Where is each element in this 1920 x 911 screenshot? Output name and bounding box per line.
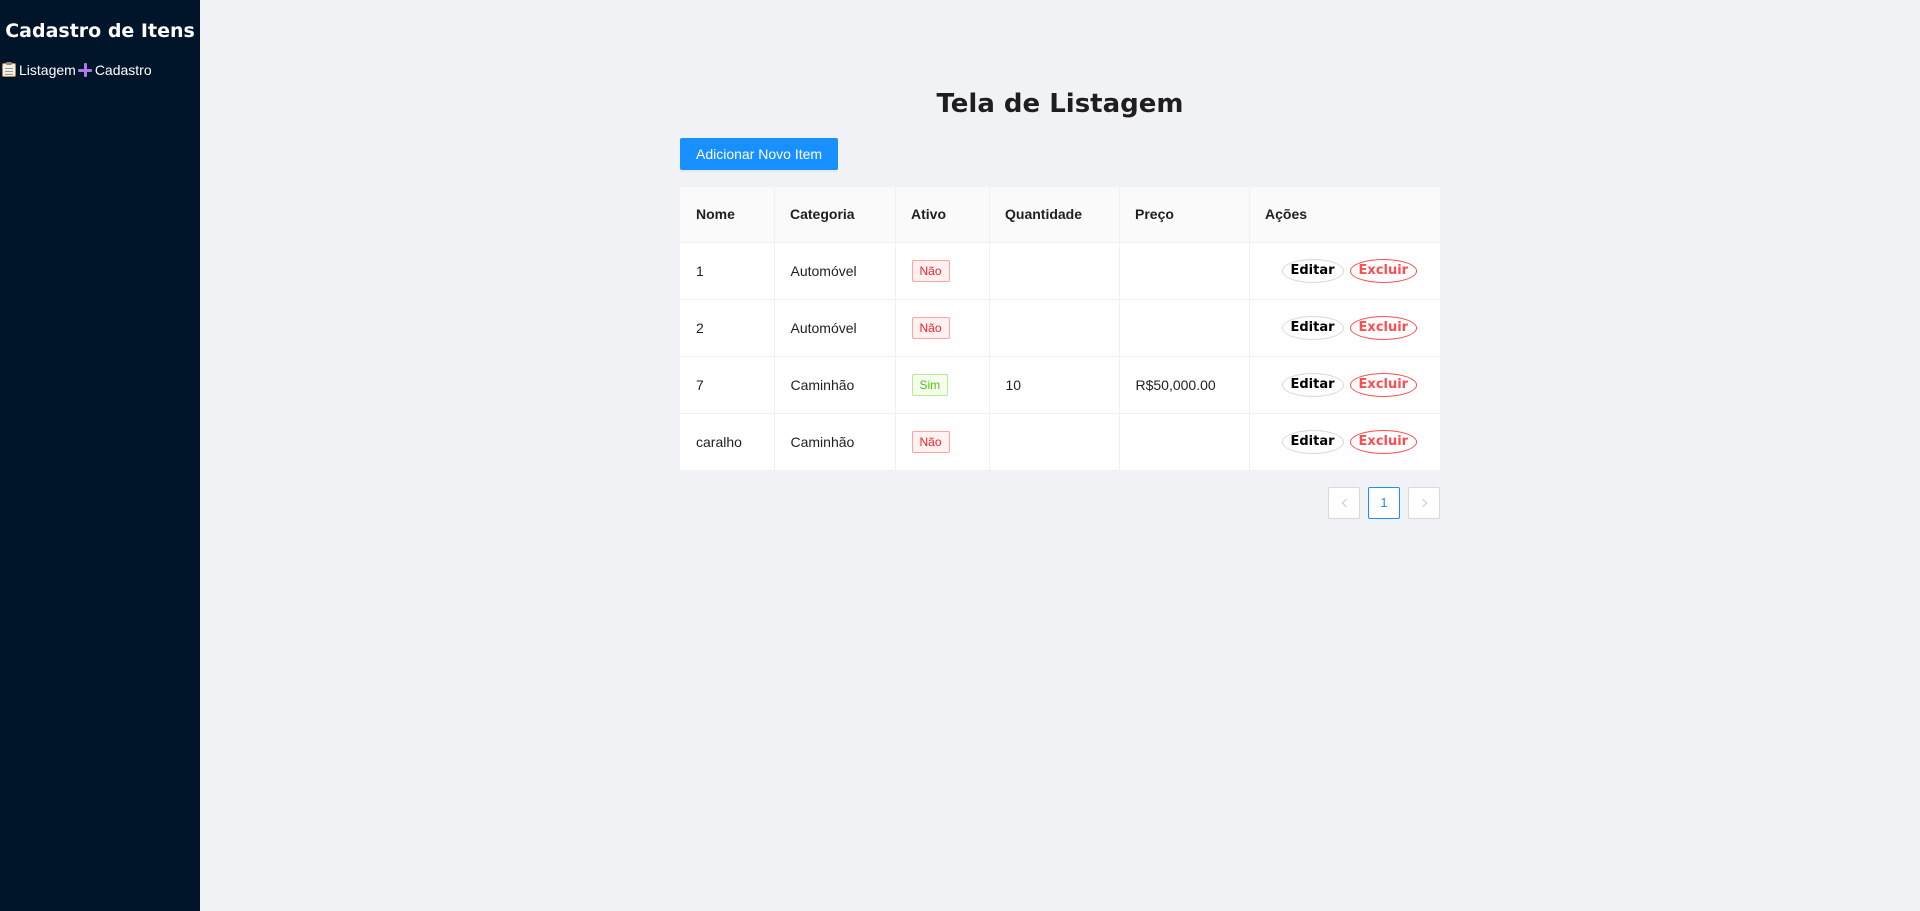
cell-categoria: Automóvel	[773, 299, 895, 357]
column-header-preco: Preço	[1119, 187, 1249, 243]
cell-quantidade	[988, 242, 1119, 300]
clipboard-icon	[2, 62, 16, 77]
cell-categoria: Automóvel	[773, 242, 895, 300]
delete-button[interactable]: Excluir	[1349, 315, 1418, 340]
pagination: 1	[680, 486, 1440, 519]
next-page-button[interactable]	[1408, 486, 1440, 519]
chevron-left-icon	[1341, 498, 1350, 507]
sidebar-nav: Listagem Cadastro	[0, 62, 200, 78]
cell-nome: 1	[680, 242, 774, 300]
table-row: 2 Automóvel Não Editar Excluir	[680, 299, 1440, 357]
cell-preco	[1118, 242, 1249, 300]
cell-ativo: Não	[894, 413, 989, 471]
status-badge: Não	[911, 430, 950, 453]
sidebar: Cadastro de Itens Listagem Cadastro	[0, 0, 200, 911]
cell-nome: 2	[680, 299, 774, 357]
plus-icon	[77, 63, 92, 77]
cell-categoria: Caminhão	[773, 356, 895, 414]
cell-preco	[1118, 299, 1249, 357]
sidebar-title: Cadastro de Itens	[5, 20, 195, 42]
cell-nome: caralho	[680, 413, 774, 471]
cell-categoria: Caminhão	[773, 413, 895, 471]
table-row: 1 Automóvel Não Editar Excluir	[680, 242, 1440, 300]
delete-button[interactable]: Excluir	[1349, 429, 1418, 454]
table-row: 7 Caminhão Sim 10 R$50,000.00 Editar Excl…	[680, 356, 1440, 414]
cell-acoes: Editar Excluir	[1248, 356, 1440, 414]
cell-acoes: Editar Excluir	[1248, 242, 1440, 300]
status-badge: Não	[911, 259, 950, 282]
column-header-ativo: Ativo	[895, 187, 989, 243]
column-header-quantidade: Quantidade	[989, 187, 1119, 243]
column-header-acoes: Ações	[1249, 187, 1440, 243]
cell-preco	[1118, 413, 1249, 471]
page-number-button[interactable]: 1	[1368, 486, 1400, 519]
delete-button[interactable]: Excluir	[1349, 258, 1418, 283]
nav-link-listagem[interactable]: Listagem	[2, 62, 76, 78]
cell-ativo: Sim	[894, 356, 989, 414]
edit-button[interactable]: Editar	[1281, 315, 1344, 340]
column-header-categoria: Categoria	[774, 187, 895, 243]
delete-button[interactable]: Excluir	[1349, 372, 1418, 397]
cell-quantidade	[988, 413, 1119, 471]
edit-button[interactable]: Editar	[1281, 372, 1344, 397]
nav-link-label: Cadastro	[94, 62, 152, 78]
status-badge: Sim	[911, 373, 949, 396]
cell-acoes: Editar Excluir	[1248, 413, 1440, 471]
chevron-right-icon	[1418, 498, 1427, 507]
cell-acoes: Editar Excluir	[1248, 299, 1440, 357]
cell-preco: R$50,000.00	[1118, 356, 1249, 414]
prev-page-button[interactable]	[1328, 486, 1360, 519]
page-title: Tela de Listagem	[936, 89, 1184, 119]
cell-quantidade: 10	[988, 356, 1119, 414]
edit-button[interactable]: Editar	[1281, 258, 1344, 283]
items-table: Nome Categoria Ativo Quantidade Preço Aç…	[680, 187, 1440, 471]
add-new-item-button[interactable]: Adicionar Novo Item	[680, 138, 839, 170]
status-badge: Não	[911, 316, 950, 339]
edit-button[interactable]: Editar	[1281, 429, 1344, 454]
cell-quantidade	[988, 299, 1119, 357]
table-row: caralho Caminhão Não Editar Excluir	[680, 413, 1440, 471]
table-header-row: Nome Categoria Ativo Quantidade Preço Aç…	[680, 187, 1440, 243]
cell-ativo: Não	[894, 299, 989, 357]
cell-ativo: Não	[894, 242, 989, 300]
nav-link-label: Listagem	[19, 62, 76, 78]
column-header-nome: Nome	[680, 187, 774, 243]
cell-nome: 7	[680, 356, 774, 414]
nav-link-cadastro[interactable]: Cadastro	[77, 62, 152, 78]
main-content: Tela de Listagem Adicionar Novo Item Nom…	[680, 84, 1440, 519]
